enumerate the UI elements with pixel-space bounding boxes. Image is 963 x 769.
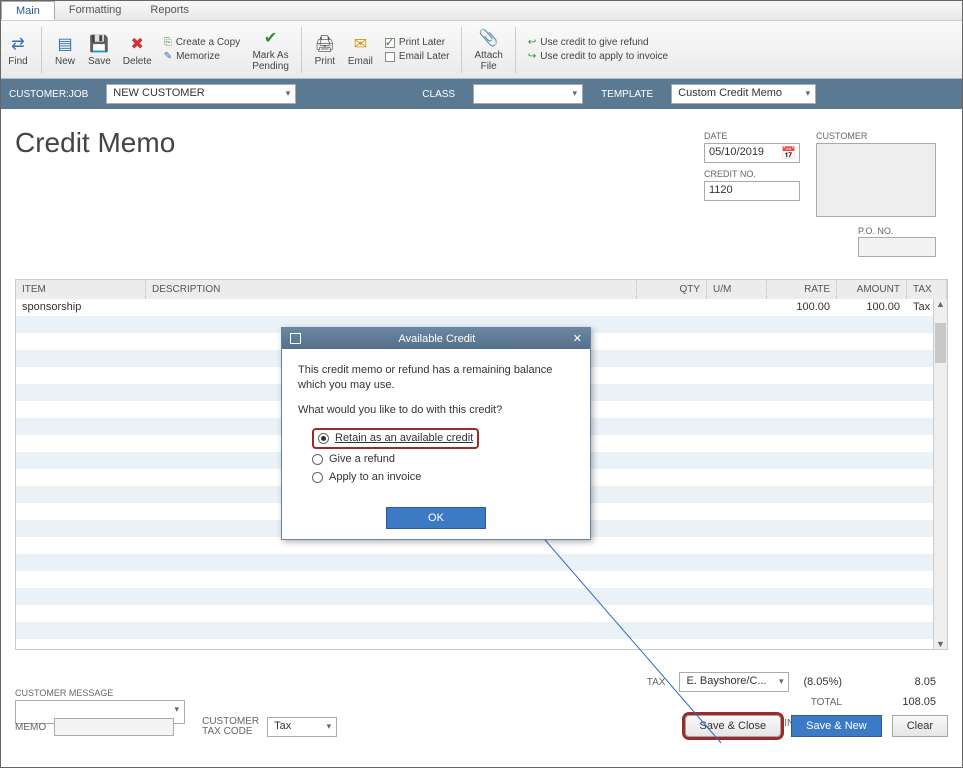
option-refund[interactable]: Give a refund	[312, 452, 574, 467]
clear-button[interactable]: Clear	[892, 715, 948, 737]
tab-reports[interactable]: Reports	[136, 1, 204, 20]
customer-bar: CUSTOMER:JOB NEW CUSTOMER CLASS TEMPLATE…	[1, 79, 962, 109]
cust-msg-label: CUSTOMER MESSAGE	[15, 688, 185, 698]
new-button[interactable]: ▤ New	[54, 23, 76, 77]
find-button[interactable]: ⇄ Find	[7, 23, 29, 77]
option-retain-label[interactable]: Retain as an available credit	[335, 431, 473, 446]
ribbon: ⇄ Find ▤ New 💾 Save ✖ Delete ⎘Create a C…	[1, 21, 962, 79]
print-button[interactable]: 🖨 Print	[314, 23, 336, 77]
close-icon[interactable]: ✕	[573, 332, 582, 345]
table-row[interactable]	[16, 639, 947, 649]
tab-main[interactable]: Main	[1, 1, 55, 20]
available-credit-dialog: Available Credit ✕ This credit memo or r…	[281, 327, 591, 540]
table-row[interactable]	[16, 554, 947, 571]
arrows-icon: ⇄	[7, 33, 29, 55]
tax-code-select[interactable]: Tax	[267, 717, 337, 737]
customer-box	[816, 143, 936, 217]
template-select[interactable]: Custom Credit Memo	[671, 84, 816, 104]
class-select[interactable]	[473, 84, 583, 104]
class-label: CLASS	[422, 89, 455, 100]
mark-pending-button[interactable]: ✔ Mark As Pending	[252, 23, 289, 77]
delete-button[interactable]: ✖ Delete	[123, 23, 152, 77]
scroll-down-icon[interactable]: ▼	[934, 639, 947, 649]
table-row[interactable]	[16, 622, 947, 639]
total-label: TOTAL	[811, 697, 842, 708]
tax-rate: (8.05%)	[803, 676, 842, 688]
table-row[interactable]: sponsorship100.00100.00Tax	[16, 299, 947, 316]
pono-label: P.O. NO.	[858, 226, 893, 236]
dialog-title: Available Credit	[398, 333, 475, 345]
scrollbar[interactable]: ▲ ▼	[933, 299, 947, 649]
save-new-button[interactable]: Save & New	[791, 715, 882, 737]
pono-input[interactable]	[858, 237, 936, 257]
scroll-up-icon[interactable]: ▲	[934, 299, 947, 309]
save-button[interactable]: 💾 Save	[88, 23, 111, 77]
tab-formatting[interactable]: Formatting	[55, 1, 137, 20]
option-apply-invoice[interactable]: Apply to an invoice	[312, 470, 574, 485]
footer: TAX E. Bayshore/C... (8.05%) 8.05 TOTAL …	[1, 658, 962, 745]
dialog-text-2: What would you like to do with this cred…	[298, 403, 574, 418]
creditno-input[interactable]: 1120	[704, 181, 800, 201]
refund-icon: ↩	[528, 37, 536, 48]
calendar-icon[interactable]: 📅	[781, 146, 796, 160]
attach-icon: 📎	[478, 27, 500, 49]
tab-bar: Main Formatting Reports	[1, 1, 962, 21]
ok-button[interactable]: OK	[386, 507, 486, 529]
copy-icon: ⎘	[164, 37, 172, 48]
credit-invoice-button[interactable]: ↪Use credit to apply to invoice	[528, 51, 668, 62]
credit-refund-button[interactable]: ↩Use credit to give refund	[528, 37, 668, 48]
memo-label: MEMO	[15, 722, 46, 733]
date-label: DATE	[704, 131, 800, 141]
memorize-button[interactable]: ✎Memorize	[164, 51, 240, 62]
customer-job-label: CUSTOMER:JOB	[9, 89, 88, 100]
tax-label: TAX	[647, 677, 666, 688]
customer-job-select[interactable]: NEW CUSTOMER	[106, 84, 296, 104]
cust-tax-code-label: CUSTOMER TAX CODE	[202, 717, 259, 737]
dialog-titlebar[interactable]: Available Credit ✕	[282, 328, 590, 349]
create-copy-button[interactable]: ⎘Create a Copy	[164, 37, 240, 48]
memorize-icon: ✎	[164, 51, 172, 62]
memo-input[interactable]	[54, 718, 174, 736]
table-row[interactable]	[16, 588, 947, 605]
option-retain-highlight: Retain as an available credit	[312, 428, 479, 449]
radio-refund[interactable]	[312, 454, 323, 465]
customer-label: CUSTOMER	[816, 131, 936, 141]
minimize-icon[interactable]	[290, 333, 301, 344]
email-button[interactable]: ✉ Email	[348, 23, 373, 77]
table-row[interactable]	[16, 605, 947, 622]
checkbox-icon	[385, 38, 395, 48]
table-row[interactable]	[16, 571, 947, 588]
radio-apply[interactable]	[312, 472, 323, 483]
checkbox-icon	[385, 52, 395, 62]
scroll-thumb[interactable]	[935, 323, 946, 363]
email-later-checkbox[interactable]: Email Later	[385, 51, 450, 62]
new-icon: ▤	[54, 33, 76, 55]
delete-icon: ✖	[126, 33, 148, 55]
creditno-label: CREDIT NO.	[704, 169, 800, 179]
radio-retain[interactable]	[318, 433, 329, 444]
tax-select[interactable]: E. Bayshore/C...	[679, 672, 789, 692]
attach-file-button[interactable]: 📎 Attach File	[474, 23, 502, 77]
save-icon: 💾	[88, 33, 110, 55]
total-value: 108.05	[856, 696, 936, 708]
apply-icon: ↪	[528, 51, 536, 62]
print-later-checkbox[interactable]: Print Later	[385, 37, 450, 48]
email-icon: ✉	[349, 33, 371, 55]
template-label: TEMPLATE	[601, 89, 653, 100]
print-icon: 🖨	[314, 33, 336, 55]
tax-amount: 8.05	[856, 676, 936, 688]
check-icon: ✔	[260, 27, 282, 49]
save-close-button[interactable]: Save & Close	[685, 715, 782, 737]
date-input[interactable]: 05/10/2019📅	[704, 143, 800, 163]
table-header: ITEM DESCRIPTION QTY U/M RATE AMOUNT TAX	[16, 280, 947, 299]
dialog-text-1: This credit memo or refund has a remaini…	[298, 363, 574, 393]
